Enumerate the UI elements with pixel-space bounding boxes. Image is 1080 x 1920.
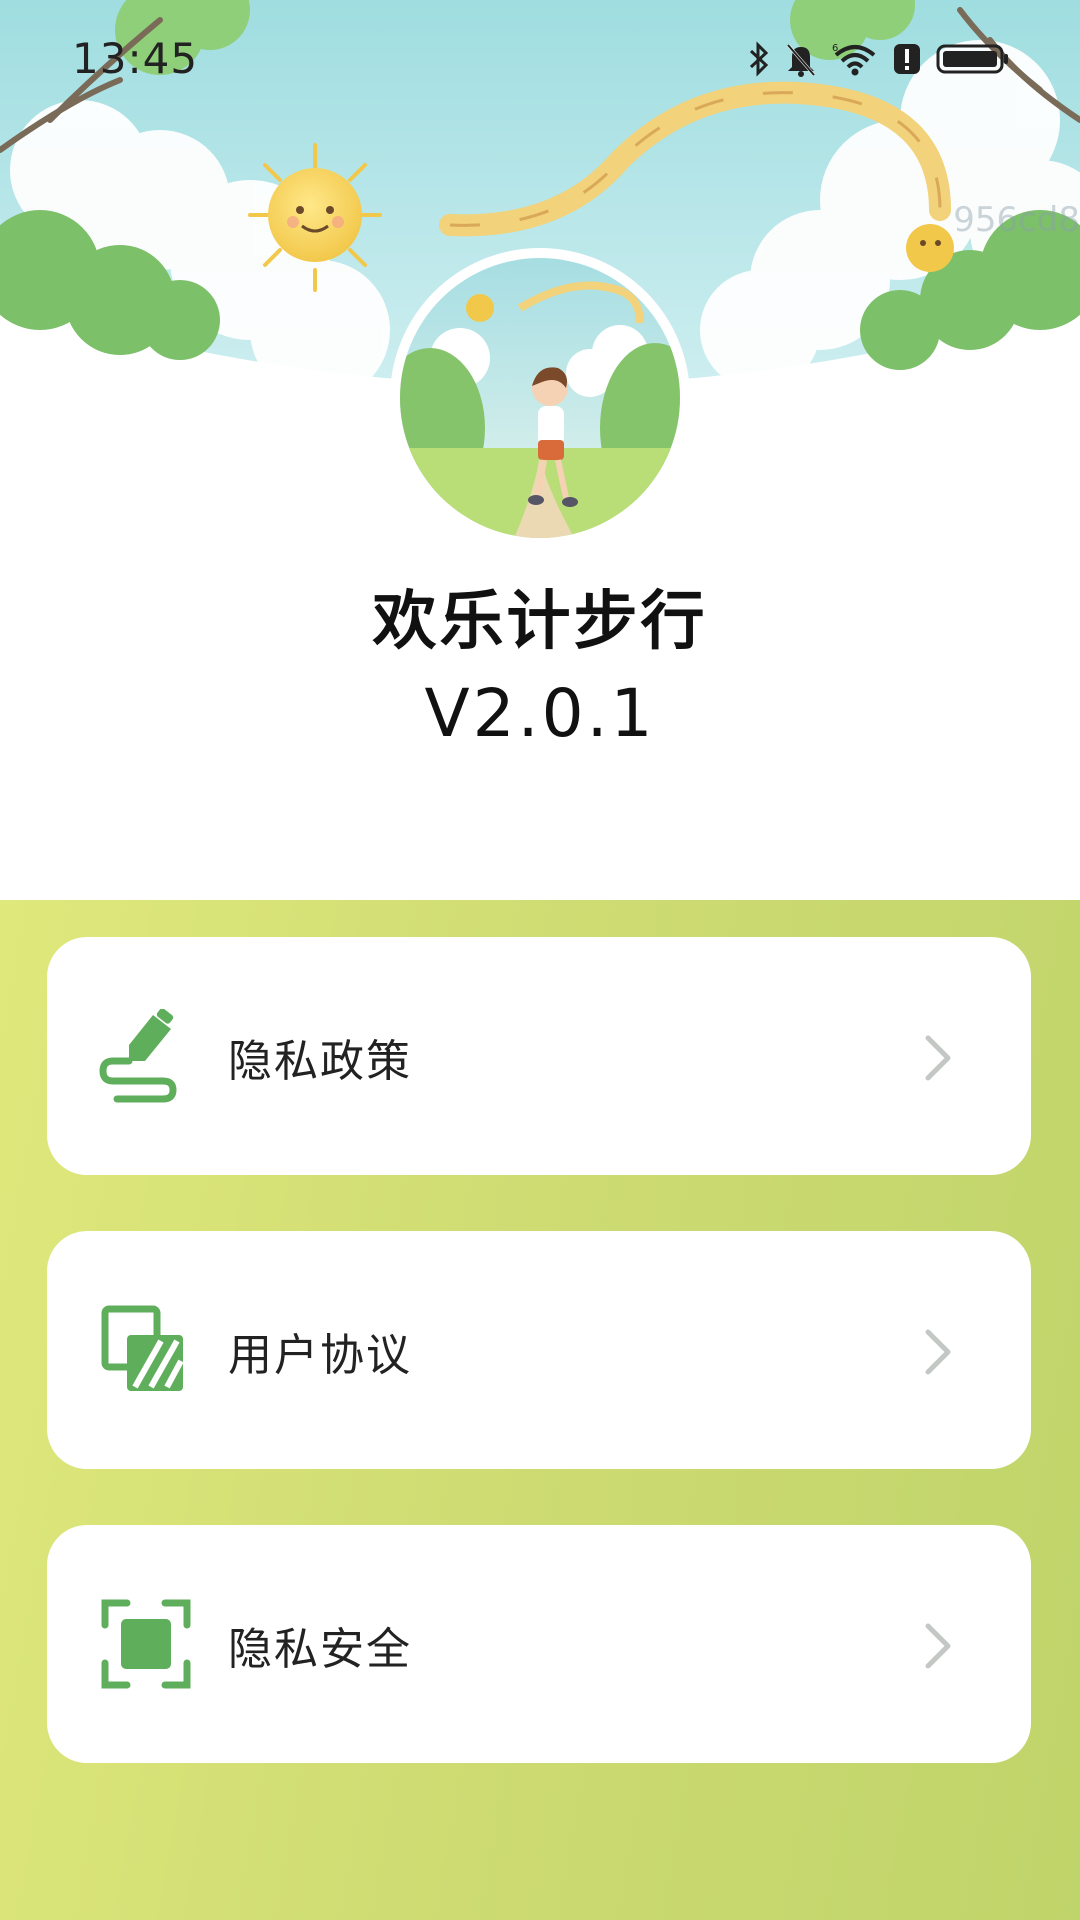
alert-icon (892, 41, 922, 77)
status-bar: 13:45 6 (0, 0, 1080, 120)
app-name: 欢乐计步行 (372, 585, 708, 659)
menu-item-privacy-policy[interactable]: 隐私政策 (47, 937, 1031, 1175)
chevron-right-icon (923, 1327, 953, 1377)
watermark: 956cd8 (953, 200, 1080, 240)
menu-area: 隐私政策 用户协议 隐私安全 (0, 900, 1080, 1920)
app-logo-avatar (390, 248, 690, 548)
chevron-right-icon (923, 1621, 953, 1671)
chevron-right-icon (923, 1033, 953, 1083)
status-icons: 6 (748, 36, 1010, 82)
wifi-6-icon: 6 (832, 41, 878, 77)
mute-bell-icon (784, 41, 818, 77)
bluetooth-icon (748, 41, 770, 77)
menu-item-user-agreement[interactable]: 用户协议 (47, 1231, 1031, 1469)
status-time: 13:45 (72, 34, 199, 83)
svg-text:6: 6 (832, 43, 838, 54)
menu-item-label: 用户协议 (228, 1330, 412, 1381)
menu-item-label: 隐私安全 (228, 1624, 412, 1675)
focus-frame-icon (99, 1597, 193, 1691)
menu-item-privacy-security[interactable]: 隐私安全 (47, 1525, 1031, 1763)
app-version: V2.0.1 (424, 675, 656, 752)
menu-item-label: 隐私政策 (228, 1036, 412, 1087)
layered-document-icon (99, 1303, 193, 1397)
signature-pen-icon (99, 1008, 193, 1103)
battery-icon (936, 41, 1010, 77)
